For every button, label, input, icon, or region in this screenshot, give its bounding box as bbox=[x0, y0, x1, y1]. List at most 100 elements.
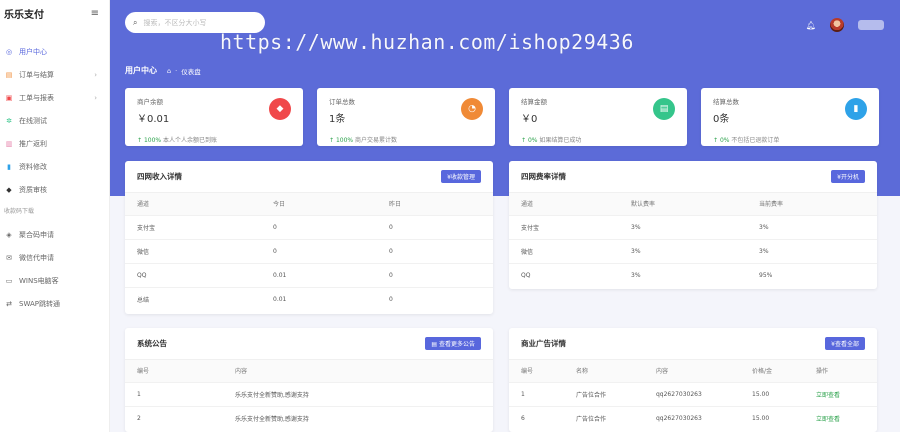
sidebar-item-profile[interactable]: ▮ 资料修改 bbox=[0, 155, 109, 178]
stat-note: ↑ 100% 商户交易累计数 bbox=[329, 135, 483, 144]
username[interactable] bbox=[858, 20, 884, 30]
table-cell: 6 bbox=[509, 405, 564, 430]
table-cell: 总结 bbox=[125, 286, 261, 311]
panel-header: 四网收入详情 ¥收款管理 bbox=[125, 161, 493, 193]
income-table: 通道 今日 昨日 支付宝 0 0 微信 0 0 QQ 0.01 0 总结 0.0… bbox=[125, 193, 493, 311]
table-cell: 95% bbox=[747, 262, 877, 287]
table-cell: 支付宝 bbox=[125, 214, 261, 239]
sidebar-item-pc[interactable]: ▭ WINS电脑客 bbox=[0, 269, 109, 292]
notice-link[interactable]: 乐乐支付全新赞助,感谢支持 bbox=[223, 381, 493, 406]
table-cell: 3% bbox=[619, 214, 747, 239]
column-header: 价格/金 bbox=[740, 360, 804, 382]
sidebar-item-label: 聚合码申请 bbox=[19, 230, 54, 239]
table-cell: 0 bbox=[377, 262, 493, 287]
table-cell: 0.01 bbox=[261, 286, 377, 311]
column-header: 今日 bbox=[261, 193, 377, 215]
table-cell: 支付宝 bbox=[509, 214, 619, 239]
sidebar-item-label: 推广返利 bbox=[19, 139, 47, 148]
sidebar: 乐乐支付 ≡ ◎ 用户中心 ▤ 订单与结算 › ▣ 工单与报表 › ✲ 在线测试… bbox=[0, 0, 110, 432]
table-header: 通道 今日 昨日 bbox=[125, 193, 493, 215]
stat-label: 结算金额 bbox=[521, 98, 547, 106]
stat-label: 商户余额 bbox=[137, 98, 163, 106]
table-row: 微信 0 0 bbox=[125, 238, 493, 263]
stat-pct: 100% bbox=[335, 137, 354, 144]
stat-value: 1条 bbox=[329, 114, 346, 125]
pc-icon: ▭ bbox=[5, 276, 13, 285]
table-cell: 3% bbox=[747, 238, 877, 263]
table-cell: 3% bbox=[619, 238, 747, 263]
column-header: 操作 bbox=[804, 360, 877, 382]
stat-card-settlement: 结算金额 ￥0 ↑ 0% 如果结算已成功 ▤ bbox=[509, 88, 687, 146]
column-header: 通道 bbox=[125, 193, 261, 215]
panel-header: 商业广告详情 ¥查看全部 bbox=[509, 328, 877, 360]
table-cell: QQ bbox=[509, 262, 619, 287]
stat-label: 结算总数 bbox=[713, 98, 739, 106]
sidebar-item-tickets[interactable]: ▣ 工单与报表 › bbox=[0, 86, 109, 109]
avatar[interactable] bbox=[830, 18, 844, 32]
table-cell: qq2627030263 bbox=[644, 405, 740, 430]
table-row: 1 乐乐支付全新赞助,感谢支持 bbox=[125, 381, 493, 406]
chevron-right-icon: › bbox=[94, 70, 97, 79]
table-cell: 15.00 bbox=[740, 381, 804, 406]
sidebar-item-qr[interactable]: ◈ 聚合码申请 bbox=[0, 223, 109, 246]
ads-table: 编号 名称 内容 价格/金 操作 1 广告位合作 qq2627030263 15… bbox=[509, 360, 877, 430]
stat-pct: 0% bbox=[527, 137, 538, 144]
sidebar-item-label: 在线测试 bbox=[19, 116, 47, 125]
stat-card-settle-count: 结算总数 0条 ↑ 0% 不包括已退款订单 ▮ bbox=[701, 88, 879, 146]
stat-label: 订单总数 bbox=[329, 98, 355, 106]
table-row: 支付宝 0 0 bbox=[125, 214, 493, 239]
table-cell: 0 bbox=[377, 214, 493, 239]
notice-panel: 系统公告 ▤ 查看更多公告 编号 内容 1 乐乐支付全新赞助,感谢支持 2 乐乐… bbox=[125, 328, 493, 432]
ads-view-all-button[interactable]: ¥查看全部 bbox=[825, 337, 865, 350]
sidebar-item-verify[interactable]: ◆ 资质审核 bbox=[0, 178, 109, 201]
column-header: 当前费率 bbox=[747, 193, 877, 215]
sidebar-item-test[interactable]: ✲ 在线测试 bbox=[0, 109, 109, 132]
table-row: 支付宝 3% 3% bbox=[509, 214, 877, 239]
sidebar-item-label: 微信代申请 bbox=[19, 253, 54, 262]
stat-card-balance: 商户余额 ￥0.01 ↑ 100% 本人个人余额已到账 ◆ bbox=[125, 88, 303, 146]
table-cell: 1 bbox=[509, 381, 564, 406]
view-now-link[interactable]: 立即查看 bbox=[804, 381, 877, 406]
view-now-link[interactable]: 立即查看 bbox=[804, 405, 877, 430]
stat-pct: 100% bbox=[143, 137, 162, 144]
breadcrumb-separator: · bbox=[175, 66, 178, 75]
panel-title: 四网费率详情 bbox=[521, 172, 566, 181]
verify-icon: ◆ bbox=[6, 185, 12, 194]
diamond-icon: ◆ bbox=[269, 98, 291, 120]
table-cell: 0.01 bbox=[261, 262, 377, 287]
page-title: 用户中心 bbox=[125, 66, 157, 75]
table-cell: 2 bbox=[125, 405, 223, 430]
receipt-icon: ▤ bbox=[653, 98, 675, 120]
sidebar-item-wechat[interactable]: ✉ 微信代申请 bbox=[0, 246, 109, 269]
sidebar-item-user-center[interactable]: ◎ 用户中心 bbox=[0, 40, 109, 63]
header-actions: 🔔︎ bbox=[806, 18, 884, 32]
income-manage-button[interactable]: ¥收款管理 bbox=[441, 170, 481, 183]
notice-link[interactable]: 乐乐支付全新赞助,感谢支持 bbox=[223, 405, 493, 430]
sidebar-item-swap[interactable]: ⇄ SWAP跳转通 bbox=[0, 292, 109, 315]
bar-chart-icon: ▮ bbox=[845, 98, 867, 120]
table-cell: 0 bbox=[261, 214, 377, 239]
sidebar-item-promo[interactable]: ▥ 推广返利 bbox=[0, 132, 109, 155]
hamburger-icon[interactable]: ≡ bbox=[91, 8, 99, 19]
table-cell: 15.00 bbox=[740, 405, 804, 430]
dashboard-icon: ◎ bbox=[5, 47, 13, 56]
test-icon: ✲ bbox=[6, 116, 12, 125]
notice-more-button[interactable]: ▤ 查看更多公告 bbox=[425, 337, 481, 350]
rates-open-button[interactable]: ¥开分机 bbox=[831, 170, 865, 183]
brand-name: 乐乐支付 bbox=[4, 9, 44, 21]
sidebar-item-orders[interactable]: ▤ 订单与结算 › bbox=[0, 63, 109, 86]
sidebar-item-label: 工单与报表 bbox=[19, 93, 54, 102]
bell-icon[interactable]: 🔔︎ bbox=[806, 21, 816, 30]
table-row: QQ 3% 95% bbox=[509, 262, 877, 287]
table-header: 编号 名称 内容 价格/金 操作 bbox=[509, 360, 877, 382]
stat-value: ￥0.01 bbox=[137, 114, 170, 125]
table-row: 2 乐乐支付全新赞助,感谢支持 bbox=[125, 405, 493, 430]
sidebar-item-label: 用户中心 bbox=[19, 47, 47, 56]
column-header: 内容 bbox=[223, 360, 493, 382]
home-icon[interactable]: ⌂ bbox=[167, 67, 171, 75]
swap-icon: ⇄ bbox=[6, 299, 12, 308]
table-cell: 1 bbox=[125, 381, 223, 406]
sidebar-nav: ◎ 用户中心 ▤ 订单与结算 › ▣ 工单与报表 › ✲ 在线测试 ▥ 推广返利… bbox=[0, 40, 109, 315]
search-icon: ⌕ bbox=[133, 17, 138, 27]
qr-icon: ◈ bbox=[6, 230, 12, 239]
